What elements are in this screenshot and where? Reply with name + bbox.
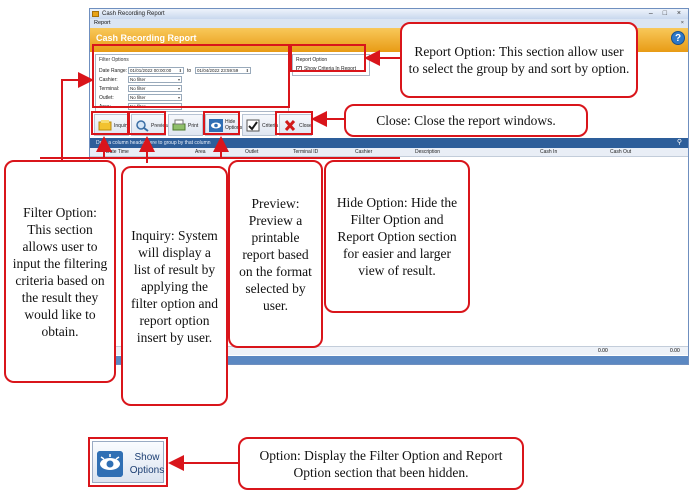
window-title: Cash Recording Report [102,11,165,17]
search-icon[interactable]: ⚲ [677,138,682,148]
preview-callout: Preview: Preview a printable report base… [228,160,323,348]
menu-report[interactable]: Report [94,20,111,26]
report-option-callout: Report Option: This section allow user t… [400,22,638,98]
inquiry-highlight [91,111,129,135]
show-option-callout: Option: Display the Filter Option and Re… [238,437,524,490]
column-header[interactable]: Area [195,148,206,157]
report-option-highlight [290,44,366,72]
close-highlight [275,111,313,135]
hide-option-highlight [203,111,240,135]
title-bar: Cash Recording Report – □ × [90,9,688,19]
filter-option-callout: Filter Option: This section allows user … [4,160,116,383]
checkmark-icon [246,119,260,132]
print-button[interactable]: Print [168,114,203,136]
column-header[interactable]: Cashier [355,148,372,157]
help-icon[interactable]: ? [671,31,685,45]
column-header[interactable]: Cash Out [610,148,631,157]
show-options-label: Show Options [127,451,167,477]
arrow [61,72,94,160]
column-header[interactable]: Date Time [106,148,129,157]
filter-option-highlight [92,44,290,108]
show-options-button[interactable]: Show Options [88,437,168,487]
hide-option-callout: Hide Option: Hide the Filter Option and … [324,160,470,313]
eye-icon [97,451,123,477]
column-header[interactable]: Description [415,148,440,157]
show-options-face: Show Options [92,441,164,483]
report-title: Cash Recording Report [96,33,197,43]
print-label: Print [188,123,199,129]
close-callout: Close: Close the report windows. [344,104,588,137]
show-options-line2: Options [129,465,165,476]
column-header[interactable]: Terminal ID [293,148,318,157]
group-by-panel[interactable]: Drag a column header here to group by th… [90,138,688,148]
cash-in-total: 0.00 [598,348,608,354]
menu-close-icon[interactable]: × [681,19,684,28]
app-icon [92,11,99,17]
grid-header: Date Time Area Outlet Terminal ID Cashie… [90,148,688,157]
cash-out-total: 0.00 [670,348,680,354]
group-by-hint: Drag a column header here to group by th… [96,140,211,146]
inquiry-callout: Inquiry: System will display a list of r… [121,166,228,406]
criteria-button[interactable]: Criteria [242,114,278,136]
preview-highlight [128,111,166,135]
show-options-line1: Show [134,452,160,463]
column-header[interactable]: Cash In [540,148,557,157]
window-controls[interactable]: – □ × [649,9,685,19]
column-header[interactable]: Outlet [245,148,258,157]
printer-icon [172,119,186,131]
